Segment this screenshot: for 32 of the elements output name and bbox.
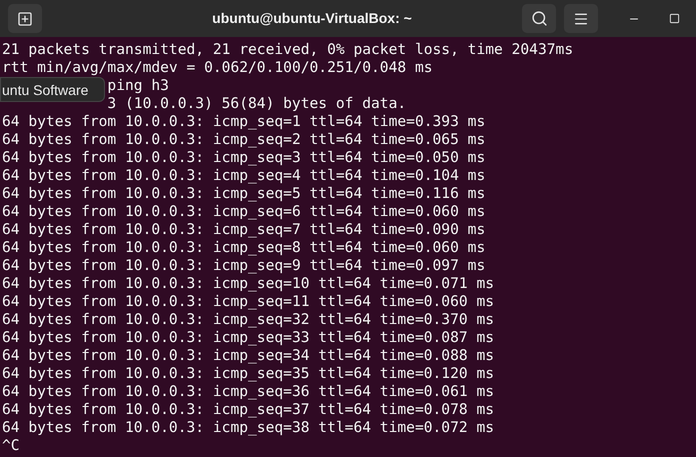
menu-button[interactable] [564,4,598,33]
search-button[interactable] [522,4,556,33]
new-tab-button[interactable] [8,4,42,33]
terminal-line: 64 bytes from 10.0.0.3: icmp_seq=11 ttl=64 time=0.060 ms [2,293,494,311]
terminal-line: rtt min/avg/max/mdev = 0.062/0.100/0.251/0.048 ms [2,59,433,77]
terminal-line: 64 bytes from 10.0.0.3: icmp_seq=2 ttl=64 time=0.065 ms [2,131,486,149]
terminal-line: 64 bytes from 10.0.0.3: icmp_seq=7 ttl=64 time=0.090 ms [2,221,486,239]
window-title: ubuntu@ubuntu-VirtualBox: ~ [212,9,412,28]
search-icon [530,10,548,27]
terminal-line: 64 bytes from 10.0.0.3: icmp_seq=6 ttl=64 time=0.060 ms [2,203,486,221]
tooltip: untu Software [0,77,105,102]
terminal-line: 3 (10.0.0.3) 56(84) bytes of data. [107,95,406,113]
terminal-line: 64 bytes from 10.0.0.3: icmp_seq=33 ttl=64 time=0.087 ms [2,329,494,347]
terminal-line: 64 bytes from 10.0.0.3: icmp_seq=36 ttl=64 time=0.061 ms [2,383,494,401]
terminal-line: 64 bytes from 10.0.0.3: icmp_seq=10 ttl=64 time=0.071 ms [2,275,494,293]
menu-icon [573,10,589,26]
terminal-line: 64 bytes from 10.0.0.3: icmp_seq=32 ttl=64 time=0.370 ms [2,311,494,329]
terminal-line: 64 bytes from 10.0.0.3: icmp_seq=37 ttl=64 time=0.078 ms [2,401,494,419]
terminal-line: 64 bytes from 10.0.0.3: icmp_seq=4 ttl=64 time=0.104 ms [2,167,486,185]
new-tab-icon [17,10,33,26]
terminal-line: ping h3 [107,77,169,95]
terminal-line: 21 packets transmitted, 21 received, 0% packet loss, time 20437ms [2,41,574,59]
terminal-line: ^C [2,437,20,455]
terminal-line: 64 bytes from 10.0.0.3: icmp_seq=1 ttl=64 time=0.393 ms [2,113,486,131]
maximize-icon [668,13,680,24]
terminal-line: 64 bytes from 10.0.0.3: icmp_seq=5 ttl=64 time=0.116 ms [2,185,486,203]
terminal-line: 64 bytes from 10.0.0.3: icmp_seq=8 ttl=64 time=0.060 ms [2,239,486,257]
terminal-line: 64 bytes from 10.0.0.3: icmp_seq=35 ttl=64 time=0.120 ms [2,365,494,383]
terminal-line: 64 bytes from 10.0.0.3: icmp_seq=34 ttl=64 time=0.088 ms [2,347,494,365]
terminal-line: 64 bytes from 10.0.0.3: icmp_seq=9 ttl=64 time=0.097 ms [2,257,486,275]
terminal-line: 64 bytes from 10.0.0.3: icmp_seq=3 ttl=64 time=0.050 ms [2,149,486,167]
terminal-line: 64 bytes from 10.0.0.3: icmp_seq=38 ttl=64 time=0.072 ms [2,419,494,437]
